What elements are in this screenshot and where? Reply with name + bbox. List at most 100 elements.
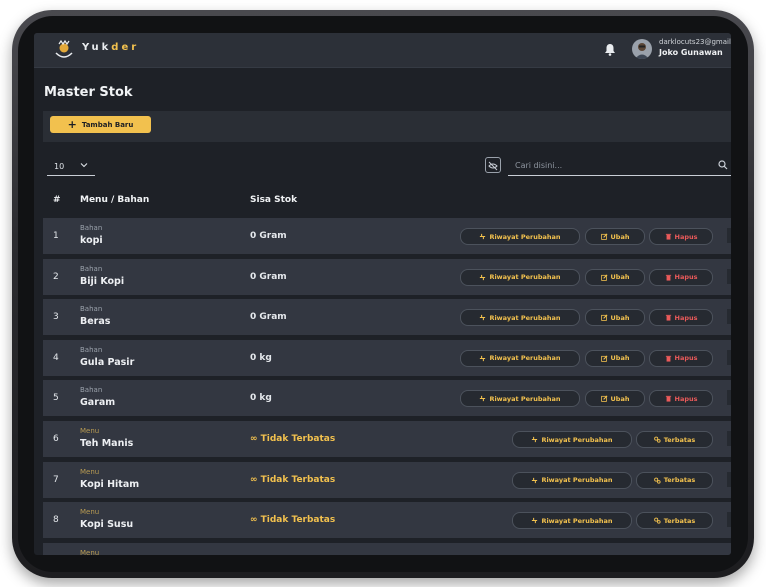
trash-icon bbox=[665, 355, 672, 362]
stock-value: 0 kg bbox=[250, 353, 272, 363]
history-label: Riwayat Perubahan bbox=[489, 232, 561, 241]
table-row: 6 Menu Teh Manis ∞ Tidak Terbatas Riwayat Pe… bbox=[43, 421, 731, 457]
table-row: 5 Bahan Garam 0 kg Riwayat Perubahan Ubah Hapu… bbox=[43, 380, 731, 417]
set-limited-label: Terbatas bbox=[663, 516, 696, 525]
more-button[interactable] bbox=[727, 228, 731, 243]
history-label: Riwayat Perubahan bbox=[541, 516, 613, 525]
history-icon bbox=[479, 395, 486, 402]
set-limited-button[interactable]: Terbatas bbox=[636, 431, 713, 448]
more-button[interactable] bbox=[727, 390, 731, 406]
delete-label: Hapus bbox=[674, 354, 698, 363]
table-row: 8 Menu Kopi Susu ∞ Tidak Terbatas Riwayat Pe… bbox=[43, 502, 731, 539]
stock-value: 0 Gram bbox=[250, 231, 287, 241]
more-button[interactable] bbox=[727, 471, 731, 487]
edit-icon bbox=[600, 233, 608, 240]
column-sisa-stok: Sisa Stok bbox=[250, 195, 298, 205]
item-name: kopi bbox=[80, 235, 103, 246]
more-button[interactable] bbox=[727, 268, 731, 284]
edit-button[interactable]: Ubah bbox=[585, 390, 645, 408]
page-size-value: 10 bbox=[54, 162, 65, 171]
user-name: Joko Gunawan bbox=[659, 48, 723, 57]
more-button[interactable] bbox=[727, 512, 731, 528]
trash-icon bbox=[665, 314, 672, 321]
delete-button[interactable]: Hapus bbox=[649, 268, 713, 286]
edit-label: Ubah bbox=[610, 394, 630, 403]
edit-button[interactable]: Ubah bbox=[585, 309, 645, 327]
delete-label: Hapus bbox=[674, 313, 698, 322]
row-number: 1 bbox=[53, 231, 59, 241]
stock-value: 0 Gram bbox=[250, 312, 287, 322]
row-number: 5 bbox=[53, 393, 59, 404]
filter-toggle-button[interactable] bbox=[485, 157, 501, 173]
user-email: darklocuts23@gmail bbox=[659, 38, 731, 46]
item-name: Teh Manis bbox=[80, 438, 134, 449]
avatar[interactable] bbox=[632, 39, 652, 59]
set-limited-button[interactable]: Terbatas bbox=[636, 471, 713, 489]
stock-value: 0 Gram bbox=[250, 272, 287, 282]
limit-icon bbox=[653, 436, 661, 443]
page-size-select[interactable]: 10 bbox=[47, 157, 95, 176]
delete-button[interactable]: Hapus bbox=[649, 309, 713, 327]
edit-label: Ubah bbox=[610, 273, 630, 282]
history-button[interactable]: Riwayat Perubahan bbox=[460, 228, 580, 245]
item-name: Beras bbox=[80, 316, 111, 328]
history-button[interactable]: Riwayat Perubahan bbox=[460, 349, 580, 367]
row-number: 3 bbox=[53, 312, 59, 323]
history-button[interactable]: Riwayat Perubahan bbox=[512, 512, 632, 530]
item-name: Biji Kopi bbox=[80, 275, 125, 287]
row-number: 8 bbox=[53, 515, 59, 526]
add-new-button[interactable]: + Tambah Baru bbox=[50, 116, 151, 133]
brand-name[interactable]: Yukder bbox=[82, 42, 139, 53]
item-name: Garam bbox=[80, 397, 116, 409]
history-button[interactable]: Riwayat Perubahan bbox=[512, 431, 632, 448]
stock-text: 0 Gram bbox=[250, 271, 287, 282]
infinity-icon: ∞ bbox=[250, 515, 261, 526]
edit-button[interactable]: Ubah bbox=[585, 349, 645, 367]
row-number: 4 bbox=[53, 352, 59, 363]
history-button[interactable]: Riwayat Perubahan bbox=[512, 471, 632, 489]
item-type: Menu bbox=[80, 467, 100, 476]
edit-button[interactable]: Ubah bbox=[585, 268, 645, 286]
table-row: Menu bbox=[43, 542, 731, 555]
item-type: Bahan bbox=[80, 305, 103, 314]
stock-value: ∞ Tidak Terbatas bbox=[250, 515, 335, 525]
delete-button[interactable]: Hapus bbox=[649, 390, 713, 408]
history-label: Riwayat Perubahan bbox=[489, 354, 561, 363]
history-button[interactable]: Riwayat Perubahan bbox=[460, 268, 580, 286]
stock-value: ∞ Tidak Terbatas bbox=[250, 434, 335, 444]
filter-icon bbox=[488, 161, 498, 171]
search-field[interactable]: Cari disini... bbox=[508, 156, 731, 176]
history-label: Riwayat Perubahan bbox=[489, 313, 561, 322]
action-bar: + Tambah Baru bbox=[43, 111, 731, 142]
history-button[interactable]: Riwayat Perubahan bbox=[460, 390, 580, 408]
set-limited-button[interactable]: Terbatas bbox=[636, 512, 713, 530]
stock-text: 0 Gram bbox=[250, 312, 287, 323]
stock-value: 0 kg bbox=[250, 393, 272, 403]
delete-button[interactable]: Hapus bbox=[649, 349, 713, 367]
history-icon bbox=[531, 517, 538, 524]
history-icon bbox=[479, 274, 486, 281]
stock-text: 0 kg bbox=[250, 352, 272, 363]
edit-icon bbox=[600, 314, 608, 321]
edit-icon bbox=[600, 274, 608, 281]
table-row: 4 Bahan Gula Pasir 0 kg Riwayat Perubahan Uba… bbox=[43, 339, 731, 376]
row-number: 6 bbox=[53, 434, 59, 444]
brand-name-a: Yuk bbox=[82, 42, 112, 53]
trash-icon bbox=[665, 274, 672, 281]
logo-icon[interactable] bbox=[53, 39, 75, 61]
history-button[interactable]: Riwayat Perubahan bbox=[460, 309, 580, 327]
edit-icon bbox=[600, 395, 608, 403]
item-type: Menu bbox=[80, 548, 100, 555]
more-button[interactable] bbox=[727, 309, 731, 325]
bell-icon[interactable] bbox=[604, 43, 616, 56]
search-icon[interactable] bbox=[718, 160, 728, 170]
more-button[interactable] bbox=[727, 349, 731, 365]
more-button[interactable] bbox=[727, 431, 731, 446]
trash-icon bbox=[665, 233, 672, 240]
edit-label: Ubah bbox=[610, 232, 630, 241]
delete-button[interactable]: Hapus bbox=[649, 228, 713, 245]
row-number: 2 bbox=[53, 271, 59, 282]
history-icon bbox=[531, 477, 538, 484]
history-label: Riwayat Perubahan bbox=[489, 394, 561, 403]
edit-button[interactable]: Ubah bbox=[585, 228, 645, 245]
